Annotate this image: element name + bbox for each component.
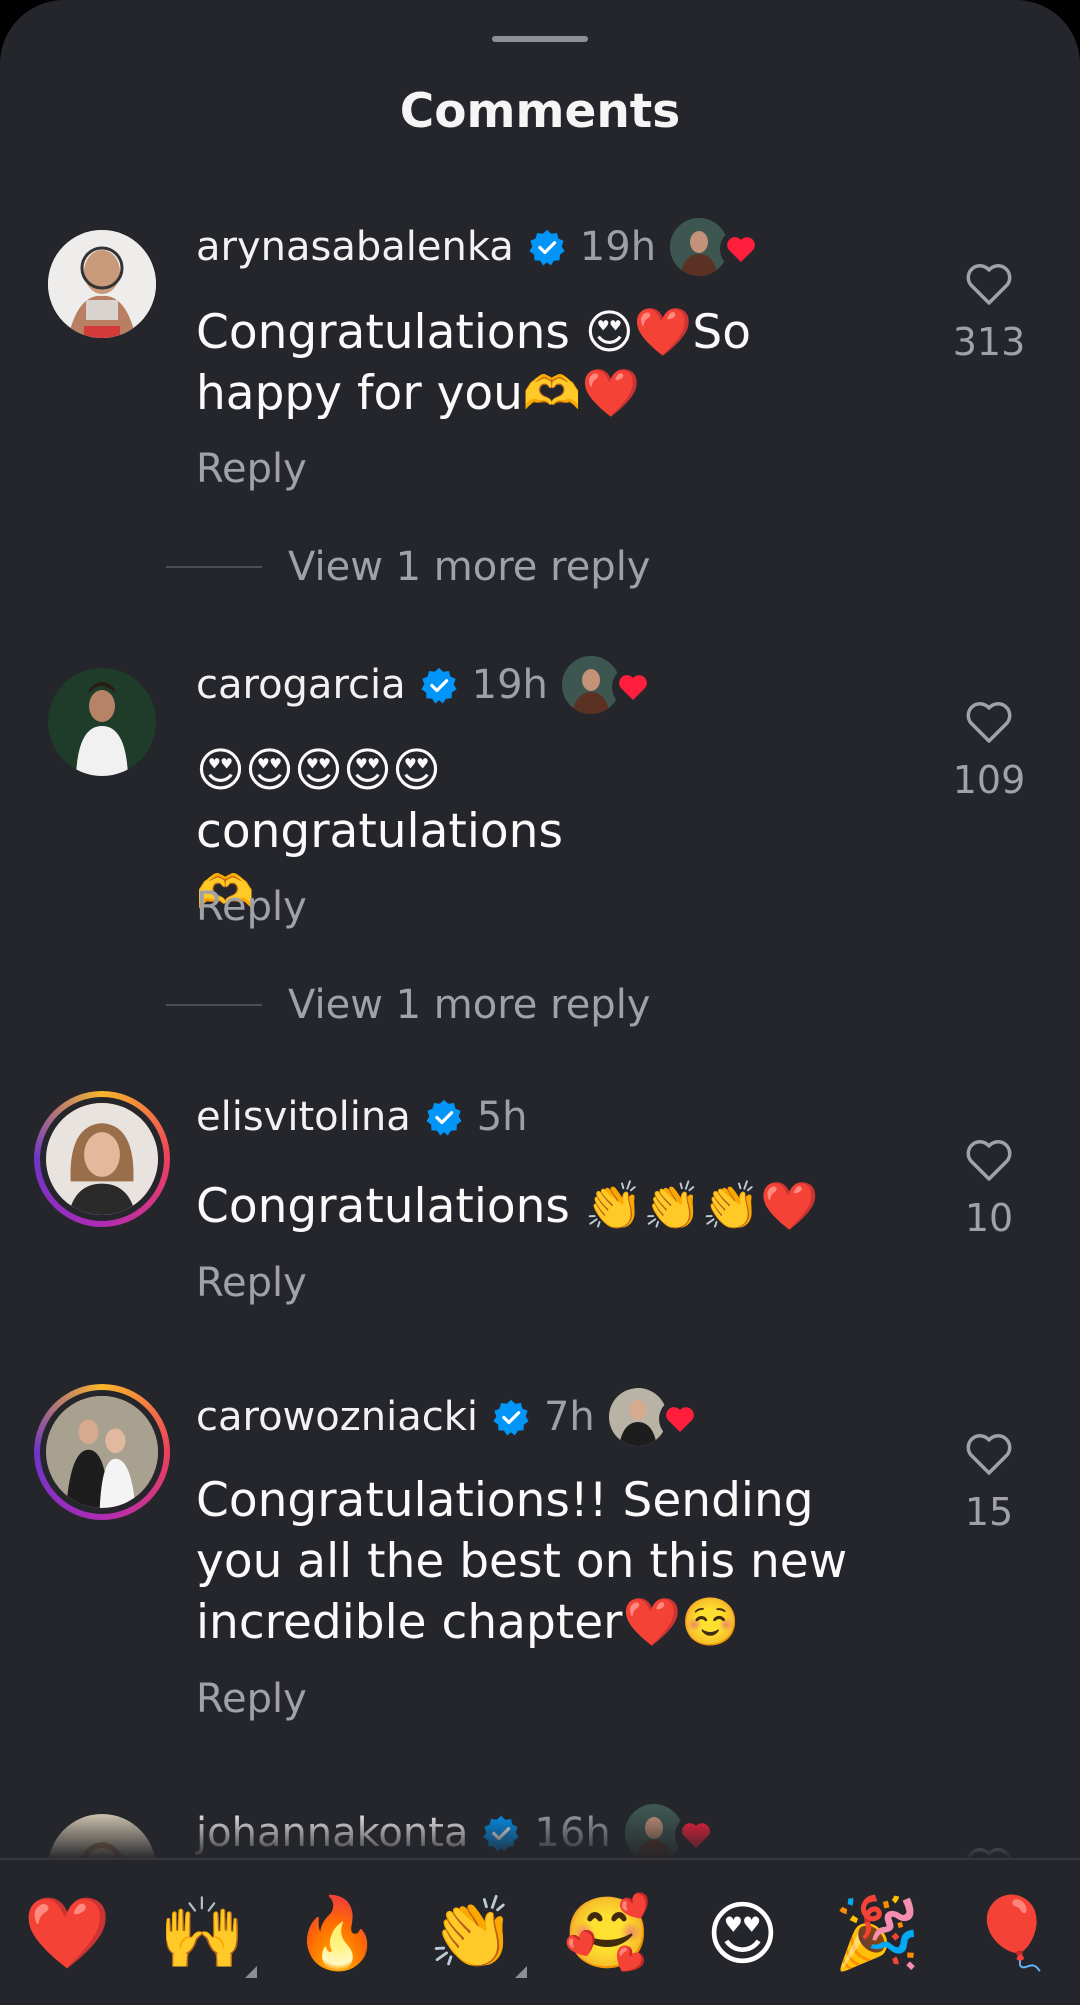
emoji-heart-button[interactable]: ❤️ — [18, 1884, 118, 1984]
comment-meta: elisvitolina 5h — [196, 1094, 528, 1140]
verified-badge-icon — [426, 1099, 462, 1136]
heart-outline-icon[interactable] — [965, 1432, 1013, 1476]
heart-outline-icon[interactable] — [965, 700, 1013, 744]
like-count: 15 — [964, 1490, 1014, 1534]
comment-time: 5h — [476, 1094, 528, 1140]
clapping-hands-icon: 👏 — [428, 1892, 517, 1974]
comment-time: 19h — [471, 662, 548, 708]
comment-meta: carogarcia 19h — [196, 656, 654, 714]
view-more-replies[interactable]: View 1 more reply — [166, 544, 650, 590]
comment-text: Congratulations 😍❤️So happy for you🫶❤️ — [196, 305, 751, 421]
username[interactable]: carowozniacki — [196, 1394, 478, 1440]
reply-button[interactable]: Reply — [196, 1260, 307, 1306]
avatar-story-ring[interactable] — [34, 1384, 170, 1520]
comment-meta: carowozniacki 7h — [196, 1388, 701, 1446]
avatar — [40, 1390, 164, 1514]
comment-text: Congratulations!! Sending you all the be… — [196, 1473, 848, 1650]
comment-time: 7h — [543, 1394, 595, 1440]
emoji-raised-hands-button[interactable]: 🙌 — [153, 1884, 257, 1984]
page-title: Comments — [399, 84, 681, 139]
heart-icon — [611, 666, 654, 708]
raised-hands-icon: 🙌 — [158, 1892, 247, 1974]
liked-by-author — [608, 1388, 701, 1446]
heart-icon — [720, 228, 763, 270]
reply-button[interactable]: Reply — [196, 446, 307, 492]
avatar[interactable] — [48, 230, 156, 338]
liked-by-author — [670, 218, 763, 276]
scroll-fade — [0, 1810, 1080, 1860]
avatar[interactable] — [48, 668, 156, 776]
view-more-replies-label: View 1 more reply — [288, 544, 651, 590]
reply-button[interactable]: Reply — [196, 884, 307, 930]
reply-button[interactable]: Reply — [196, 1676, 307, 1722]
emoji-heart-eyes-button[interactable]: 😍 — [693, 1884, 793, 1984]
username[interactable]: elisvitolina — [196, 1094, 411, 1140]
emoji-fire-button[interactable]: 🔥 — [288, 1884, 388, 1984]
divider — [166, 566, 262, 568]
emoji-reaction-bar: ❤️ 🙌 🔥 👏 🥰 😍 🎉 🎈 — [0, 1858, 1080, 2005]
drag-handle[interactable] — [492, 36, 588, 42]
comments-sheet: Comments arynasabalenka 19h Congratulati… — [0, 0, 1080, 2005]
emoji-smiling-hearts-button[interactable]: 🥰 — [558, 1884, 658, 1984]
emoji-clap-button[interactable]: 👏 — [423, 1884, 527, 1984]
comment-time: 19h — [579, 224, 657, 270]
username[interactable]: carogarcia — [196, 662, 406, 708]
heart-outline-icon[interactable] — [965, 262, 1013, 306]
emoji-party-popper-button[interactable]: 🎉 — [828, 1884, 928, 1984]
heart-icon — [658, 1398, 701, 1440]
like-area: 109 — [944, 700, 1034, 802]
skin-tone-indicator — [244, 1965, 257, 1978]
heart-outline-icon[interactable] — [965, 1138, 1013, 1182]
comment-meta: arynasabalenka 19h — [196, 218, 763, 276]
like-area: 313 — [944, 262, 1034, 364]
view-more-replies-label: View 1 more reply — [288, 982, 651, 1028]
verified-badge-icon — [493, 1399, 529, 1436]
like-area: 15 — [944, 1432, 1034, 1534]
verified-badge-icon — [421, 667, 457, 704]
like-count: 10 — [964, 1196, 1014, 1240]
divider — [166, 1004, 262, 1006]
skin-tone-indicator — [514, 1965, 527, 1978]
liked-by-author — [561, 656, 654, 714]
avatar — [40, 1097, 164, 1221]
like-area: 10 — [944, 1138, 1034, 1240]
avatar-story-ring[interactable] — [34, 1091, 170, 1227]
username[interactable]: arynasabalenka — [196, 224, 514, 270]
view-more-replies[interactable]: View 1 more reply — [166, 982, 650, 1028]
emoji-balloon-button[interactable]: 🎈 — [963, 1884, 1063, 1984]
like-count: 109 — [952, 758, 1026, 802]
comment-text: Congratulations 👏👏👏❤️ — [196, 1179, 819, 1234]
like-count: 313 — [952, 320, 1026, 364]
verified-badge-icon — [529, 229, 565, 266]
